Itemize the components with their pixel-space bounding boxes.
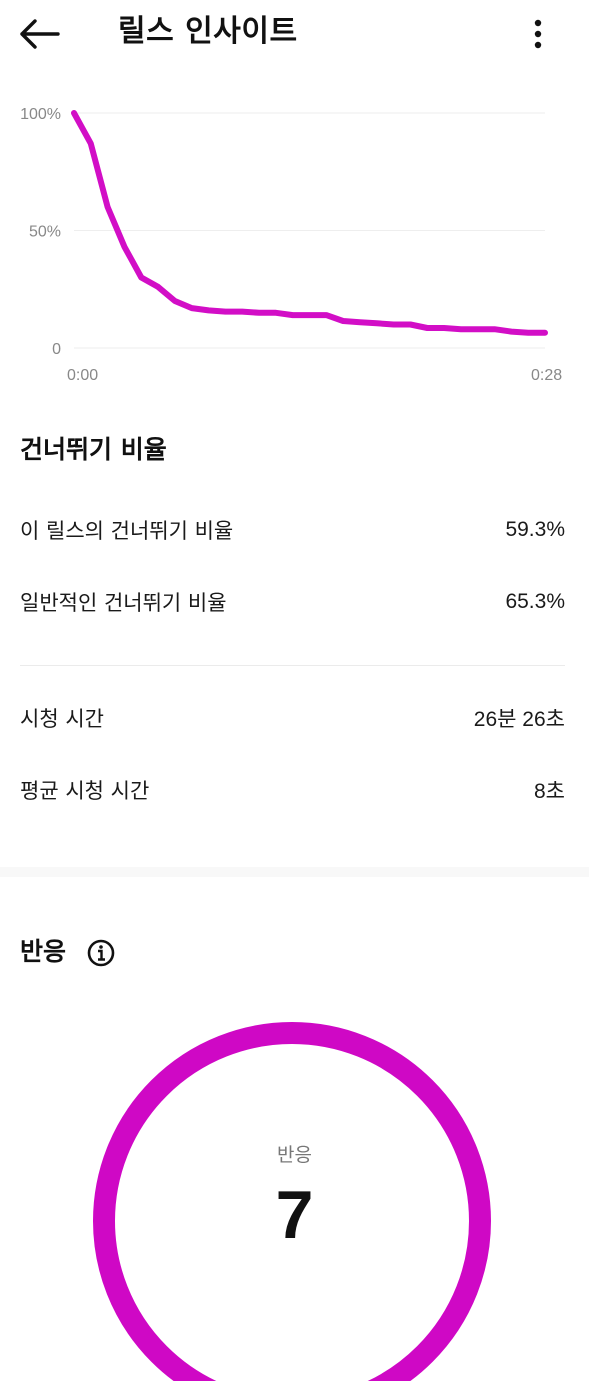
y-tick-label: 50%: [29, 224, 61, 241]
arrow-left-icon: [20, 19, 60, 49]
avg-watch-time-row: 평균 시청 시간 8초: [20, 773, 565, 807]
retention-line: [71, 110, 548, 336]
reactions-count: 7: [275, 1177, 314, 1253]
info-button[interactable]: [86, 938, 116, 968]
data-point: [477, 328, 479, 330]
watch-time-row: 시청 시간 26분 26초: [20, 701, 565, 735]
row-label: 평균 시청 시간: [20, 779, 150, 803]
x-tick-label: 0:00: [67, 367, 98, 384]
data-point: [140, 277, 142, 278]
info-icon: [87, 939, 115, 967]
y-tick-label: 100%: [20, 106, 61, 123]
data-point: [258, 312, 260, 314]
skip-rate-row: 이 릴스의 건너뛰기 비율 59.3%: [20, 513, 565, 547]
data-point: [510, 331, 512, 333]
typical-skip-rate-row: 일반적인 건너뛰기 비율 65.3%: [20, 585, 565, 619]
data-point: [157, 286, 159, 288]
row-value: 8초: [534, 780, 565, 803]
data-point: [309, 314, 310, 316]
row-value: 65.3%: [505, 590, 565, 613]
data-point: [409, 324, 411, 325]
page-title: 릴스 인사이트: [118, 14, 298, 49]
data-point: [241, 311, 243, 313]
data-point: [494, 328, 495, 330]
row-label: 이 릴스의 건너뛰기 비율: [20, 519, 234, 543]
skip-rate-title: 건너뛰기 비율: [20, 435, 167, 464]
data-point: [325, 314, 327, 316]
data-point: [124, 246, 125, 248]
data-point: [376, 322, 378, 324]
section-separator: [0, 867, 589, 877]
row-value: 59.3%: [505, 518, 565, 541]
data-point: [544, 332, 546, 334]
y-tick-label: 0: [52, 341, 61, 358]
row-label: 시청 시간: [20, 707, 104, 731]
data-point: [426, 327, 428, 329]
data-point: [460, 328, 462, 330]
reactions-ring-label: 반응: [277, 1144, 312, 1166]
data-point: [107, 206, 109, 208]
more-vertical-icon: [534, 19, 542, 49]
divider: [20, 665, 565, 666]
data-point: [90, 143, 92, 145]
data-point: [208, 309, 210, 311]
data-point: [174, 300, 176, 302]
app-header: 릴스 인사이트: [0, 0, 589, 66]
more-options-button[interactable]: [522, 12, 554, 56]
data-point: [342, 320, 344, 322]
data-point: [359, 321, 361, 323]
reactions-title: 반응: [20, 937, 67, 966]
back-button[interactable]: [14, 12, 64, 56]
data-point: [224, 311, 226, 313]
x-tick-label: 0:28: [531, 367, 562, 384]
retention-chart: 100% 50% 0 0:00 0:28: [20, 106, 562, 384]
row-label: 일반적인 건너뛰기 비율: [20, 591, 227, 615]
row-value: 26분 26초: [473, 708, 565, 731]
data-point: [73, 112, 75, 114]
data-point: [527, 332, 529, 334]
data-point: [275, 312, 277, 314]
data-point: [443, 327, 445, 329]
data-point: [393, 324, 395, 325]
data-point: [292, 314, 294, 316]
data-point: [191, 307, 193, 309]
